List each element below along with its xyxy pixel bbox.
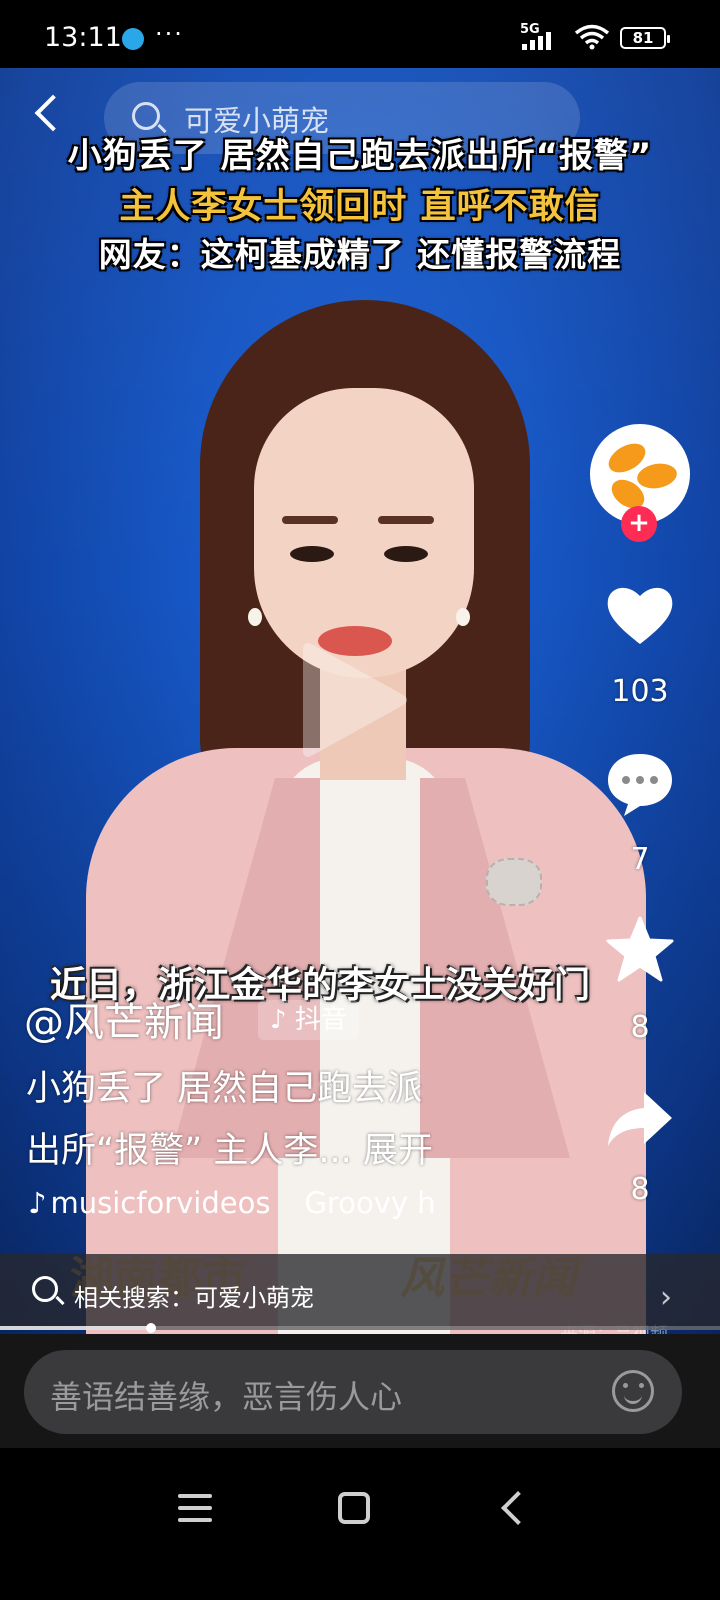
comment-placeholder: 善语结善缘，恶言伤人心: [50, 1378, 403, 1416]
related-search-text: 相关搜索：可爱小萌宠: [74, 1284, 314, 1312]
signal-icon: [522, 32, 551, 50]
music-row[interactable]: ♪ musicforvideos Groovy h: [28, 1186, 438, 1220]
nav-recents-icon[interactable]: [178, 1494, 212, 1524]
anchor-eye-right: [384, 546, 428, 562]
description-line-2[interactable]: 出所“报警” 主人李... 展开: [26, 1122, 433, 1173]
video-progress-fill: [0, 1326, 152, 1330]
author-name[interactable]: @风芒新闻: [24, 990, 224, 1048]
video-progress-bar[interactable]: [0, 1326, 720, 1330]
favorite-count: 8: [630, 1010, 650, 1045]
music-track: Groovy h: [304, 1186, 436, 1220]
nav-home-icon[interactable]: [338, 1492, 370, 1524]
like-count: 103: [611, 674, 669, 709]
anchor-brow-left: [282, 516, 338, 524]
wifi-icon: [574, 24, 610, 50]
music-account: musicforvideos: [50, 1186, 271, 1220]
related-search-icon: [32, 1276, 58, 1302]
search-icon: [132, 102, 160, 130]
chevron-right-icon[interactable]: ›: [660, 1280, 672, 1315]
headline-line-2: 主人李女士领回时 直呼不敢信: [119, 187, 601, 227]
description-line-1[interactable]: 小狗丢了 居然自己跑去派: [26, 1060, 422, 1111]
anchor-earring-left: [248, 608, 262, 626]
status-bar: 13:11 ··· 5G 81: [0, 0, 720, 68]
headline-line-1: 小狗丢了 居然自己跑去派出所“报警”: [67, 136, 653, 176]
anchor-earring-right: [456, 608, 470, 626]
comment-count: 7: [630, 842, 650, 877]
comment-icon[interactable]: [604, 748, 676, 820]
app-notification-icon: [122, 28, 144, 50]
like-heart-icon[interactable]: [604, 580, 676, 652]
favorite-star-icon[interactable]: [604, 914, 676, 986]
platform-tag-label: 抖音: [294, 1005, 347, 1035]
anchor-brow-right: [378, 516, 434, 524]
status-time: 13:11: [44, 22, 122, 53]
music-note-icon: ♪: [28, 1186, 47, 1220]
anchor-brooch: [486, 858, 542, 906]
anchor-eye-left: [290, 546, 334, 562]
system-nav-bar: [0, 1448, 720, 1600]
share-count: 8: [630, 1172, 650, 1207]
platform-tag[interactable]: ♪ 抖音: [258, 1000, 359, 1040]
play-icon[interactable]: [298, 640, 408, 760]
tiktok-note-icon: ♪: [270, 1005, 287, 1035]
headline-line-3: 网友：这柯基成精了 还懂报警流程: [98, 235, 622, 274]
emoji-icon[interactable]: [612, 1370, 654, 1412]
status-more-icon: ···: [155, 20, 184, 48]
follow-button[interactable]: +: [621, 506, 657, 542]
share-arrow-icon[interactable]: [604, 1084, 676, 1156]
battery-icon: 81: [620, 27, 670, 49]
